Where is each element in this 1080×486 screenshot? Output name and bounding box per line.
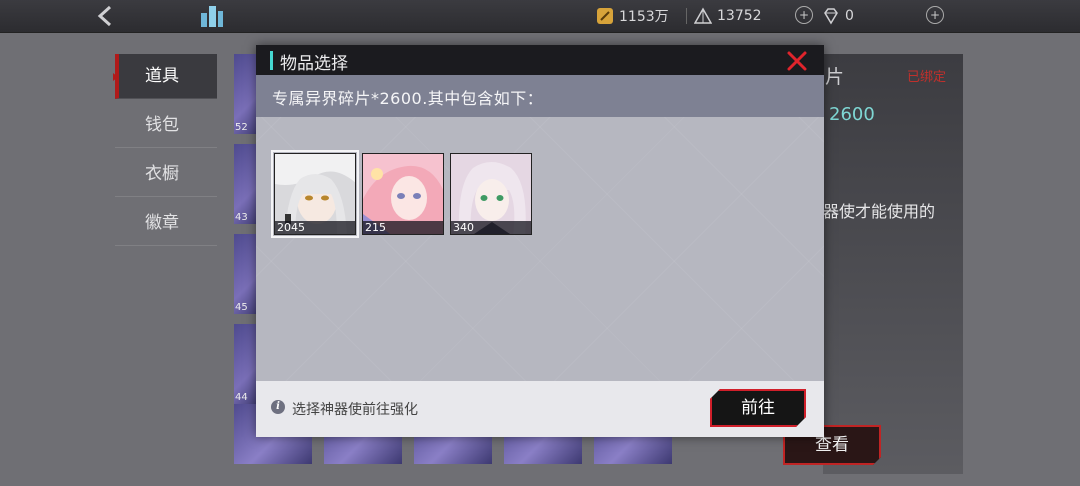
grid-item-count: 44 [235,392,248,403]
option-count: 2045 [275,221,355,234]
menu-item-props[interactable]: 道具 [115,54,217,99]
option-count: 215 [363,221,443,234]
dialog-footer: i 选择神器使前往强化 前往 [256,381,824,437]
option-count: 340 [451,221,531,234]
divider [686,8,687,24]
pyramid-icon [693,7,713,25]
item-detail-panel: 片 已绑定 2600 器使才能使用的 [823,54,963,474]
grid-item-count: 43 [235,212,248,223]
dialog-subtitle-bar: 专属异界碎片*2600.其中包含如下： [256,75,824,117]
hint-text: 选择神器使前往强化 [292,402,418,418]
add-diamond-button[interactable]: + [926,6,944,24]
close-icon[interactable] [786,50,808,72]
option-list: 2045 215 340 [271,150,532,238]
option-card[interactable]: 215 [362,153,444,235]
grid-item-count: 52 [235,122,248,133]
diamond-resource: 0 [822,6,854,26]
item-detail-description: 器使才能使用的 [823,202,936,221]
crystal-resource: 13752 [693,6,762,26]
bound-badge: 已绑定 [907,70,947,85]
home-icon[interactable] [198,3,226,29]
crystal-value: 13752 [717,8,762,24]
diamond-icon [822,7,840,25]
back-icon[interactable] [92,2,122,30]
dialog-body: 2045 215 340 [256,117,824,381]
menu-item-badges[interactable]: 徽章 [115,201,217,246]
menu-item-wardrobe[interactable]: 衣橱 [115,152,217,197]
grid-item-count: 45 [235,302,248,313]
top-bar: 1153万 13752 + 0 + [0,0,1080,33]
gold-value: 1153万 [619,9,669,25]
item-detail-count: 2600 [829,104,875,125]
menu-item-wallet[interactable]: 钱包 [115,103,217,148]
go-button[interactable]: 前往 [710,389,806,427]
title-accent-bar [270,51,273,70]
add-crystal-button[interactable]: + [795,6,813,24]
option-card[interactable]: 2045 [271,150,359,238]
coin-icon [596,7,614,25]
diamond-value: 0 [845,8,854,24]
dialog-header: 物品选择 [256,45,824,75]
category-menu: 道具 钱包 衣橱 徽章 [115,54,217,250]
option-card[interactable]: 340 [450,153,532,235]
dialog-title: 物品选择 [280,54,348,74]
dialog-subtitle: 专属异界碎片*2600.其中包含如下： [272,89,544,108]
item-select-dialog: 物品选择 专属异界碎片*2600.其中包含如下： 2045 215 340 i … [256,45,824,437]
item-detail-title: 片 [825,66,845,88]
info-icon: i [271,400,285,414]
gold-resource: 1153万 [596,6,669,26]
